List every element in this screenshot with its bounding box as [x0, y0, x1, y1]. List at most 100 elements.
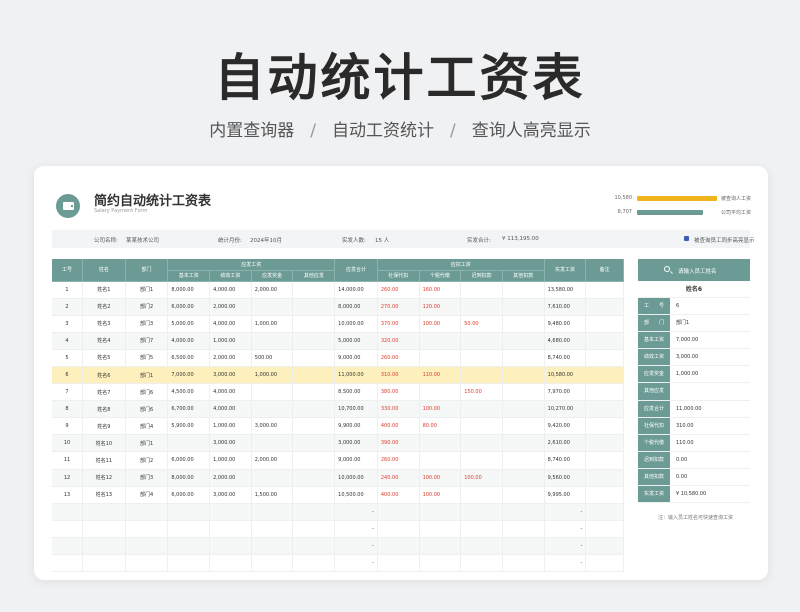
- cell-tax: 100.00: [419, 486, 462, 504]
- cell-perf: 3,000.00: [209, 486, 252, 504]
- cell-other-pay: [292, 383, 336, 402]
- month-label: 统计月份:: [218, 238, 242, 244]
- feature-query: 内置查询器: [209, 121, 295, 141]
- query-row: 部 门部门1: [638, 315, 750, 333]
- cell-social: [377, 537, 420, 556]
- query-row: 社保代扣 310.00: [638, 417, 750, 435]
- cell-other-deduct: [502, 332, 545, 350]
- cell-late: [460, 400, 503, 419]
- cell-perf: 1,000.00: [209, 451, 252, 470]
- cell-other-deduct: [502, 520, 545, 538]
- table-row: 1 姓名1 部门1 8,000.00 4,000.00 2,000.00 14,000.00…: [52, 281, 624, 299]
- cell-total-pay: 10,500.00: [334, 486, 378, 504]
- cell-id: [52, 520, 83, 538]
- cell-name: 姓名2: [82, 298, 126, 316]
- cell-id: 5: [52, 349, 83, 367]
- cell-name: 姓名10: [82, 434, 126, 453]
- query-value: 310.00: [676, 422, 694, 429]
- query-row: 工 号 6: [638, 298, 750, 316]
- cell-basic: 6,500.00: [167, 349, 211, 367]
- cell-bonus: [251, 469, 294, 487]
- cell-id: 10: [52, 434, 83, 453]
- table-row: 10 姓名10 部门1 3,000.00 3,000.00 390.00 2,610.00: [52, 434, 624, 453]
- cell-late: [460, 554, 503, 573]
- cell-net: 10,580.00: [544, 366, 587, 385]
- cell-bonus: [251, 383, 294, 402]
- cell-late: [460, 537, 503, 556]
- cell-id: 8: [52, 400, 83, 419]
- cell-perf: 4,000.00: [209, 281, 252, 299]
- cell-bonus: 1,000.00: [251, 315, 294, 333]
- cell-dept: 部门3: [125, 315, 169, 333]
- header-deduct-group: 应扣工资: [377, 259, 545, 271]
- cell-tax: 110.00: [419, 366, 462, 385]
- employee-search-input[interactable]: 请输入员工姓名: [638, 259, 750, 281]
- query-row: 个税代缴 110.00: [638, 434, 750, 452]
- cell-perf: 4,000.00: [209, 315, 252, 333]
- cell-perf: 3,000.00: [209, 434, 252, 453]
- query-value: 6: [676, 303, 680, 309]
- cell-social: 260.00: [377, 451, 420, 470]
- cell-id: [52, 554, 83, 573]
- header-other-pay: 其他应发: [292, 270, 336, 282]
- cell-perf: [209, 537, 252, 556]
- cell-dept: 部门4: [125, 417, 169, 436]
- cell-late: [460, 366, 503, 385]
- cell-remark: [585, 451, 624, 470]
- cell-name: 姓名1: [82, 281, 126, 299]
- cell-total-pay: 11,000.00: [334, 366, 378, 385]
- cell-late: [460, 332, 503, 350]
- cell-remark: [585, 503, 624, 521]
- cell-net: -: [544, 554, 587, 573]
- cell-perf: 1,000.00: [209, 332, 252, 350]
- cell-bonus: 1,000.00: [251, 366, 294, 385]
- query-key: 其他应发: [638, 383, 670, 400]
- cell-id: 13: [52, 486, 83, 504]
- search-placeholder: 请输入员工姓名: [678, 269, 717, 275]
- cell-remark: [585, 298, 624, 316]
- mini-bar-label: 公司平均工资: [721, 210, 752, 216]
- cell-bonus: [251, 298, 294, 316]
- cell-other-deduct: [502, 400, 545, 419]
- company-label: 公司名称:: [94, 238, 118, 244]
- query-value: 11,000.00: [676, 405, 702, 412]
- cell-total-pay: 14,000.00: [334, 281, 378, 299]
- cell-total-pay: -: [334, 537, 378, 556]
- cell-name: 姓名9: [82, 417, 126, 436]
- query-row: 应发合计 11,000.00: [638, 400, 750, 418]
- cell-total-pay: 9,900.00: [334, 417, 378, 436]
- cell-social: 400.00: [377, 486, 420, 504]
- cell-other-pay: [292, 469, 336, 487]
- cell-remark: [585, 469, 624, 487]
- month-value: 2024年10月: [250, 238, 282, 244]
- cell-remark: [585, 366, 624, 385]
- cell-other-deduct: [502, 349, 545, 367]
- hero-title: 自动统计工资表: [214, 49, 586, 107]
- query-key: 基本工资: [638, 332, 670, 349]
- cell-basic: 4,500.00: [167, 383, 211, 402]
- cell-other-pay: [292, 315, 336, 333]
- cell-name: 姓名4: [82, 332, 126, 350]
- cell-total-pay: 5,000.00: [334, 332, 378, 350]
- query-key: 应发合计: [638, 400, 670, 417]
- cell-social: [377, 520, 420, 538]
- cell-total-pay: -: [334, 554, 378, 573]
- cell-late: [460, 486, 503, 504]
- cell-other-pay: [292, 281, 336, 299]
- cell-remark: [585, 383, 624, 402]
- cell-social: [377, 554, 420, 573]
- header-id: 工号: [52, 259, 83, 282]
- query-value: 0.00: [676, 473, 688, 480]
- highlight-checkbox[interactable]: [684, 236, 689, 241]
- cell-remark: [585, 332, 624, 350]
- cell-bonus: [251, 434, 294, 453]
- cell-social: [377, 503, 420, 521]
- cell-perf: [209, 520, 252, 538]
- table-row: 13 姓名13 部门4 6,000.00 3,000.00 1,500.00 10,500.…: [52, 486, 624, 504]
- queried-employee-name: 姓名6: [638, 281, 750, 298]
- cell-dept: 部门6: [125, 383, 169, 402]
- header-remark: 备注: [585, 259, 624, 282]
- cell-net: 9,560.00: [544, 469, 587, 487]
- table-row: 6 姓名6 部门1 7,000.00 3,000.00 1,000.00 11,000.00…: [52, 366, 624, 385]
- cell-basic: 4,000.00: [167, 332, 211, 350]
